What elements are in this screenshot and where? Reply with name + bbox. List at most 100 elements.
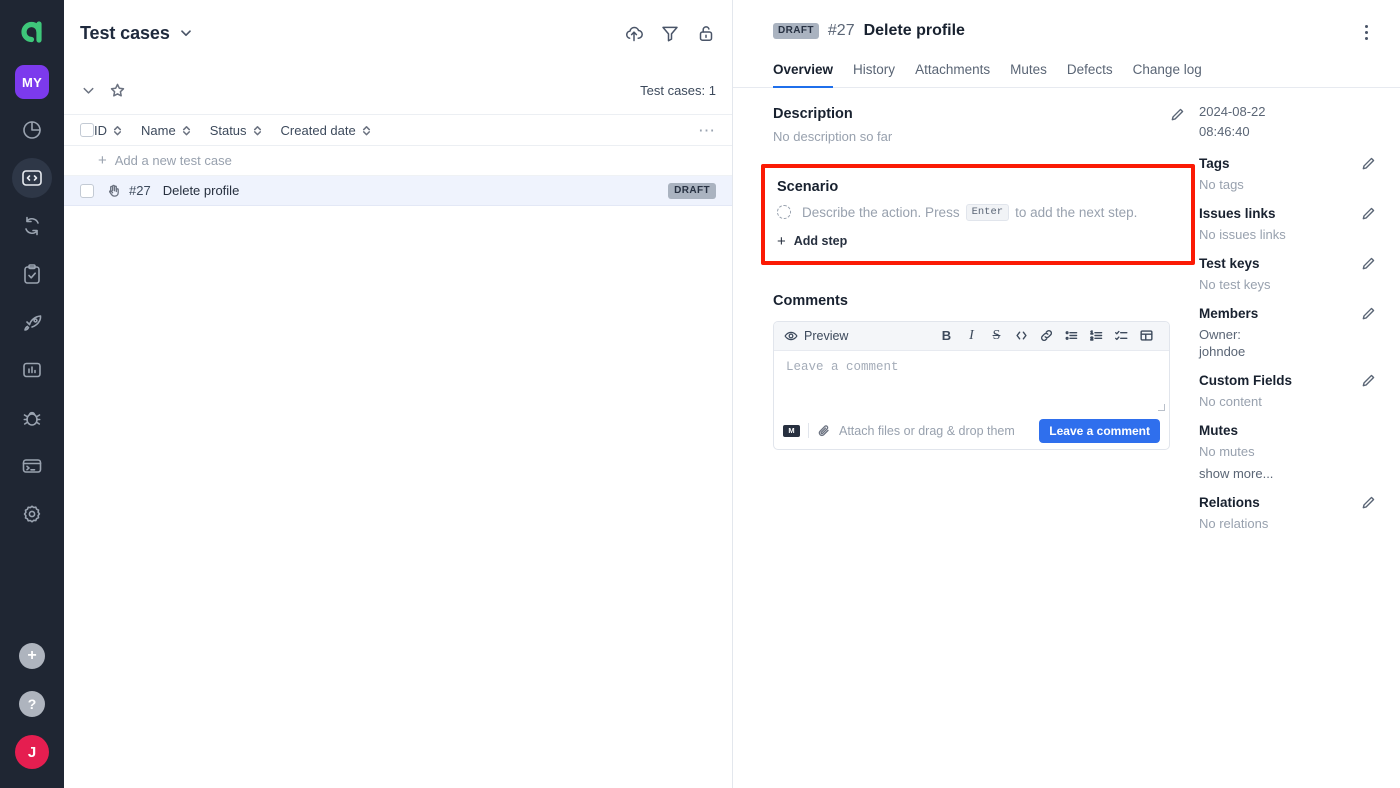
sidebar-item-analytics[interactable]	[12, 350, 52, 390]
sidebar-item-manual-launches[interactable]	[12, 254, 52, 294]
comments-section: Comments Preview B I S 1 2 Leave a comme…	[773, 293, 1185, 450]
column-header-status[interactable]: Status	[210, 123, 263, 138]
table-options-kebab-icon[interactable]: ⋯	[698, 122, 716, 139]
column-header-created-date[interactable]: Created date	[281, 123, 372, 138]
project-badge[interactable]: MY	[12, 62, 52, 102]
edit-members-pencil-icon[interactable]	[1361, 306, 1376, 321]
table-icon[interactable]	[1134, 328, 1159, 343]
detail-tabs: Overview History Attachments Mutes Defec…	[733, 62, 1400, 88]
detail-options-kebab-icon[interactable]	[1356, 22, 1376, 42]
markdown-icon[interactable]: M	[783, 424, 800, 437]
list-sub-toolbar: Test cases: 1	[64, 72, 732, 108]
clipboard-check-icon	[24, 264, 40, 284]
detail-case-title: Delete profile	[863, 22, 965, 39]
sidebar-item-settings[interactable]	[12, 494, 52, 534]
sidebar-item-launches[interactable]	[12, 302, 52, 342]
leave-comment-button[interactable]: Leave a comment	[1039, 418, 1160, 443]
italic-icon[interactable]: I	[959, 328, 984, 344]
column-header-id[interactable]: ID	[94, 123, 123, 138]
plus-icon: +	[777, 232, 786, 250]
unlock-icon[interactable]	[696, 23, 716, 43]
comment-input[interactable]: Leave a comment	[774, 351, 1169, 413]
column-header-id-label: ID	[94, 122, 107, 138]
edit-tags-pencil-icon[interactable]	[1361, 156, 1376, 171]
preview-toggle[interactable]: Preview	[784, 329, 848, 343]
add-new-test-case-row[interactable]: + Add a new test case	[64, 146, 732, 176]
meta-block-tags: Tags No tags	[1199, 156, 1376, 192]
table-header-row: ID Name Status Created date ⋯	[64, 114, 732, 146]
custom-fields-title: Custom Fields	[1199, 373, 1293, 388]
user-avatar[interactable]: J	[12, 732, 52, 772]
code-icon[interactable]	[1009, 328, 1034, 343]
members-title: Members	[1199, 306, 1259, 321]
strikethrough-icon[interactable]: S	[984, 328, 1009, 344]
tab-mutes[interactable]: Mutes	[1010, 62, 1047, 88]
preview-label: Preview	[804, 328, 849, 343]
tab-overview[interactable]: Overview	[773, 62, 834, 88]
scenario-step-placeholder[interactable]: Describe the action. Press Enter to add …	[777, 204, 1177, 221]
paperclip-icon[interactable]	[817, 424, 831, 438]
edit-custom-fields-pencil-icon[interactable]	[1361, 373, 1376, 388]
tab-change-log[interactable]: Change log	[1133, 62, 1202, 88]
sidebar-item-dashboards[interactable]	[12, 110, 52, 150]
comment-editor: Preview B I S 1 2 Leave a comment M Atta…	[773, 320, 1170, 450]
link-icon[interactable]	[1034, 328, 1059, 343]
bullet-list-icon[interactable]	[1059, 328, 1084, 343]
collapse-chevron-icon[interactable]	[80, 82, 97, 99]
tab-defects[interactable]: Defects	[1067, 62, 1113, 88]
attach-files-label[interactable]: Attach files or drag & drop them	[839, 424, 1015, 438]
meta-block-test-keys: Test keys No test keys	[1199, 256, 1376, 292]
test-cases-count: Test cases: 1	[640, 82, 716, 98]
sidebar-item-environments[interactable]	[12, 446, 52, 486]
tab-attachments[interactable]: Attachments	[915, 62, 990, 88]
relations-value: No relations	[1199, 516, 1269, 531]
select-all-checkbox[interactable]	[80, 123, 94, 137]
help-button[interactable]: ?	[12, 684, 52, 724]
allure-logo-icon	[21, 21, 42, 43]
allure-logo[interactable]	[12, 12, 52, 52]
row-checkbox[interactable]	[80, 183, 94, 198]
add-button-label: +	[19, 643, 45, 669]
sidebar-item-automated-runs[interactable]	[12, 206, 52, 246]
sidebar-item-test-cases[interactable]	[12, 158, 52, 198]
filter-icon[interactable]	[660, 23, 680, 43]
resize-handle[interactable]	[1158, 403, 1165, 411]
add-step-button[interactable]: + Add step	[777, 234, 1177, 249]
svg-text:1: 1	[1091, 330, 1094, 335]
tab-history[interactable]: History	[853, 62, 895, 88]
add-button[interactable]: +	[12, 636, 52, 676]
tags-value: No tags	[1199, 177, 1244, 192]
numbered-list-icon[interactable]: 1 2	[1084, 328, 1109, 343]
column-header-name-label: Name	[141, 122, 176, 138]
comment-editor-footer: M Attach files or drag & drop them Leave…	[774, 413, 1169, 449]
column-header-name[interactable]: Name	[141, 123, 192, 138]
scenario-placeholder-prefix: Describe the action. Press	[802, 204, 960, 220]
chevron-down-icon[interactable]	[178, 25, 194, 41]
table-row[interactable]: #27 Delete profile DRAFT	[64, 176, 732, 206]
divider	[808, 423, 809, 438]
refresh-sync-icon	[25, 216, 39, 236]
edit-relations-pencil-icon[interactable]	[1361, 495, 1376, 510]
bold-icon[interactable]: B	[934, 328, 959, 343]
description-section-header: Description	[773, 106, 1185, 122]
meta-block-relations: Relations No relations	[1199, 495, 1376, 531]
sidebar-item-defects[interactable]	[12, 398, 52, 438]
relations-title: Relations	[1199, 495, 1260, 510]
upload-cloud-icon[interactable]	[624, 23, 644, 43]
edit-issues-links-pencil-icon[interactable]	[1361, 206, 1376, 221]
detail-status-badge: DRAFT	[773, 23, 819, 39]
favorite-star-icon[interactable]	[109, 82, 126, 99]
checklist-icon[interactable]	[1109, 328, 1134, 343]
created-time-value: 08:46:40	[1199, 124, 1250, 139]
help-button-label: ?	[19, 691, 45, 717]
members-owner-label: Owner:	[1199, 327, 1241, 342]
scenario-placeholder-suffix: to add the next step.	[1015, 204, 1138, 220]
meta-block-members: Members Owner: johndoe	[1199, 306, 1376, 359]
mutes-value: No mutes	[1199, 444, 1255, 459]
rocket-icon	[24, 315, 42, 331]
show-more-link[interactable]: show more...	[1199, 466, 1376, 481]
plus-icon: +	[98, 152, 107, 169]
custom-fields-value: No content	[1199, 394, 1262, 409]
edit-test-keys-pencil-icon[interactable]	[1361, 256, 1376, 271]
edit-description-pencil-icon[interactable]	[1170, 107, 1185, 122]
